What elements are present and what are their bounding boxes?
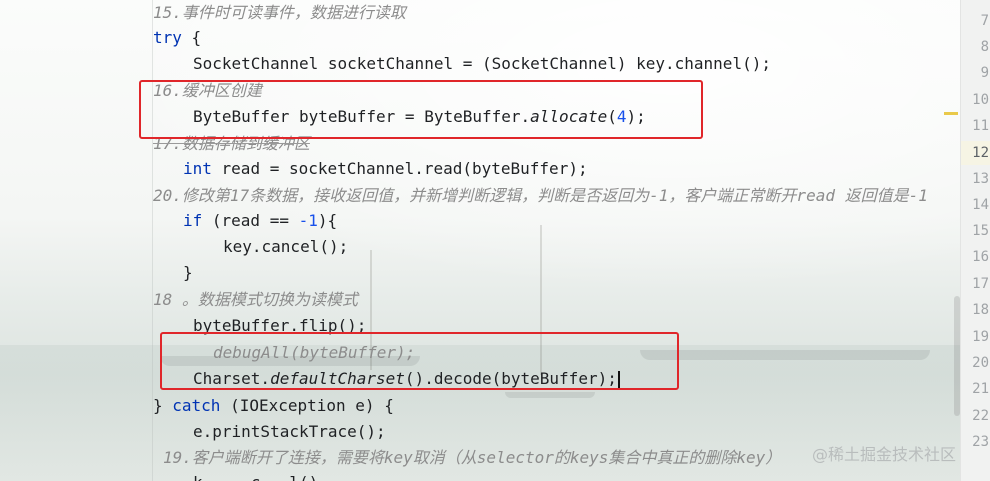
code-line[interactable]: int read = socketChannel.read(byteBuffer… [183,156,588,182]
comment-text: 20.修改第17条数据，接收返回值，并新增判断逻辑，判断是否返回为-1，客户端正… [153,186,928,205]
comment-text: 19.客户端断开了连接，需要将key取消（从selector的keys集合中真正… [163,448,782,467]
code-comment[interactable]: 15.事件时可读事件，数据进行读取 [153,0,406,26]
line-number: 13 [972,171,989,187]
code-text: (IOException e) { [220,396,394,415]
code-text: SocketChannel socketChannel = (SocketCha… [193,54,771,73]
watermark: @稀土掘金技术社区 [812,445,957,464]
line-number-current: 12 [972,145,989,161]
code-line[interactable]: } catch (IOException e) { [153,393,394,419]
keyword-try: try [153,28,182,47]
code-line[interactable]: SocketChannel socketChannel = (SocketCha… [193,51,771,77]
code-text: ){ [317,211,338,230]
background-boat [640,350,930,360]
code-line[interactable]: } [183,260,193,286]
code-text: k c l() [193,473,318,481]
line-number: 7 [980,13,989,29]
highlight-box-decode [160,332,679,390]
line-number: 15 [972,223,989,239]
line-number: 14 [972,197,989,213]
line-number: 10 [972,92,989,108]
code-line[interactable]: e.printStackTrace(); [193,419,386,445]
code-comment[interactable]: 18 。数据模式切换为读模式 [153,287,358,313]
line-number: 21 [972,381,989,397]
highlight-box-allocate [139,80,703,139]
line-number: 20 [972,355,989,371]
code-text: } [153,396,173,415]
line-number: 22 [972,408,989,424]
keyword-if: if [183,211,203,230]
code-line[interactable]: try { [153,25,201,51]
keyword-catch: catch [172,396,221,415]
code-comment[interactable]: 20.修改第17条数据，接收返回值，并新增判断逻辑，判断是否返回为-1，客户端正… [153,183,928,209]
comment-text: 15.事件时可读事件，数据进行读取 [153,3,406,22]
number-literal: -1 [298,211,318,230]
line-number: 9 [980,65,989,81]
line-number: 16 [972,249,989,265]
line-number: 19 [972,329,989,345]
line-number: 8 [980,39,989,55]
comment-text: 18 。数据模式切换为读模式 [153,290,358,309]
background-boat [505,392,595,398]
code-editor[interactable]: 15.事件时可读事件，数据进行读取 try { SocketChannel so… [0,0,960,481]
code-line[interactable]: key.cancel(); [223,234,348,260]
code-text: (read == [202,211,299,230]
line-number: 11 [972,118,989,134]
change-marker [944,112,958,115]
code-text: key.cancel(); [223,237,349,256]
code-line[interactable]: k c l() [193,470,318,481]
line-number: 18 [972,302,989,318]
code-text: { [181,28,202,47]
line-number: 23 [972,434,989,450]
code-comment[interactable]: 19.客户端断开了连接，需要将key取消（从selector的keys集合中真正… [163,445,781,471]
code-text: } [183,263,193,282]
line-number-gutter: 7 8 9 10 11 12 13 14 15 16 17 18 19 20 2… [960,0,990,481]
code-text: read = socketChannel.read(byteBuffer); [211,159,588,178]
code-line[interactable]: if (read == -1){ [183,208,337,234]
code-text: e.printStackTrace(); [193,422,386,441]
keyword-int: int [183,159,212,178]
line-number: 17 [972,276,989,292]
